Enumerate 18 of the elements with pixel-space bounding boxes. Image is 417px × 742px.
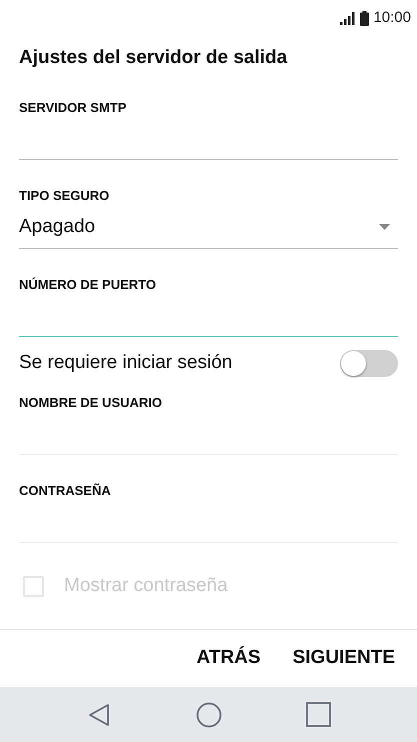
home-icon[interactable]: [196, 702, 222, 728]
switch-label: Se requiere iniciar sesión: [19, 350, 232, 375]
field-label: CONTRASEÑA: [19, 482, 112, 500]
field-label: TIPO SEGURO: [19, 187, 110, 205]
recents-icon[interactable]: [306, 702, 331, 727]
footer-button[interactable]: ATRÁS: [196, 644, 261, 673]
caret-icon: [379, 224, 390, 230]
dropdown-field[interactable]: Apagado: [19, 206, 398, 249]
status-time: 10:00: [373, 8, 411, 28]
field-label: NÚMERO DE PUERTO: [19, 276, 157, 294]
footer-button[interactable]: SIGUIENTE: [292, 644, 395, 673]
field-label: NOMBRE DE USUARIO: [19, 394, 164, 412]
toggle-switch[interactable]: [340, 350, 398, 376]
battery-icon: [360, 10, 370, 26]
screen-title: Ajustes del servidor de salida: [19, 46, 288, 70]
field-label: SERVIDOR SMTP: [19, 99, 128, 117]
signal-icon: [340, 12, 356, 24]
back-icon[interactable]: [88, 702, 110, 726]
